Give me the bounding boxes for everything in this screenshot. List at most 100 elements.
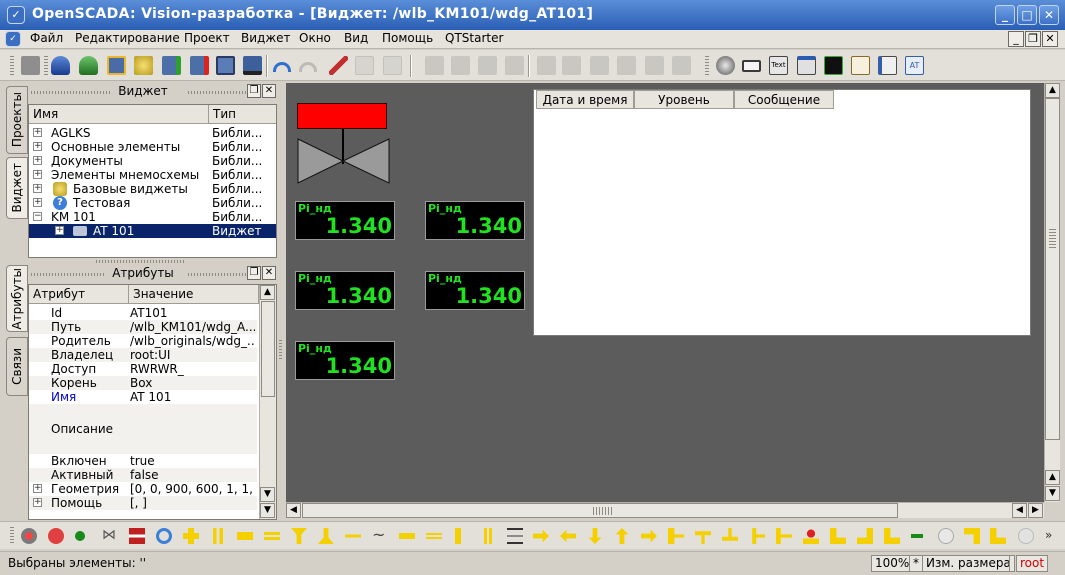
tree-row-documents[interactable]: + Документы Библи... xyxy=(29,154,276,168)
attr-row-name[interactable]: Имя AT 101 xyxy=(29,390,257,404)
stop-icon[interactable] xyxy=(21,528,37,544)
pipe-split-icon[interactable] xyxy=(318,528,334,544)
menu-view[interactable]: Вид xyxy=(344,31,368,45)
zoom-indicator[interactable]: 100% xyxy=(871,555,914,572)
pipe-elbow-5-icon[interactable] xyxy=(990,528,1006,544)
sensor-icon[interactable] xyxy=(803,528,819,544)
arrow-right-2-icon[interactable] xyxy=(641,529,657,543)
attr-row-root[interactable]: Корень Box xyxy=(29,376,257,390)
expand-icon[interactable]: + xyxy=(33,170,42,179)
align-right-icon[interactable] xyxy=(590,56,609,75)
elem-form-icon[interactable] xyxy=(797,56,816,75)
meter-pi-3[interactable]: Pi_нд 1.340 xyxy=(295,271,395,310)
meter-pi-2[interactable]: Pi_нд 1.340 xyxy=(425,201,525,240)
pipe-tee-right-icon[interactable] xyxy=(752,528,765,544)
attr-row-description[interactable]: Описание xyxy=(29,404,257,454)
attr-row-access[interactable]: Доступ RWRWR_ xyxy=(29,362,257,376)
elem-figure-icon[interactable] xyxy=(716,56,735,75)
level-down-icon[interactable] xyxy=(451,56,470,75)
column-header-value[interactable]: Значение xyxy=(129,285,259,304)
minimize-button[interactable]: _ xyxy=(995,5,1015,25)
arrow-down-icon[interactable] xyxy=(588,528,602,544)
pipe-tee-icon[interactable] xyxy=(668,528,684,544)
align-top-icon[interactable] xyxy=(617,56,636,75)
meter-pi-1[interactable]: Pi_нд 1.340 xyxy=(295,201,395,240)
raise-icon[interactable] xyxy=(478,56,497,75)
expand-icon[interactable]: + xyxy=(33,156,42,165)
expand-icon[interactable]: + xyxy=(33,142,42,151)
attr-row-active[interactable]: Активный false xyxy=(29,468,257,482)
attributes-dock-header[interactable]: Атрибуты ❐ ✕ xyxy=(28,266,278,282)
attributes-table[interactable]: Атрибут Значение Id AT101 Путь/wlb_KM101/… xyxy=(28,284,277,520)
expand-icon[interactable]: + xyxy=(55,226,64,235)
elem-protocol-icon[interactable] xyxy=(851,56,870,75)
damper-icon[interactable] xyxy=(129,528,145,544)
arrow-right-icon[interactable] xyxy=(533,529,549,543)
dock-close-button[interactable]: ✕ xyxy=(262,84,276,98)
collapse-icon[interactable]: − xyxy=(33,212,42,221)
tab-widgets[interactable]: Виджет xyxy=(6,157,28,219)
tree-row-km101[interactable]: − KM 101 Библи... xyxy=(29,210,276,224)
menu-edit[interactable]: Редактирование xyxy=(75,31,180,45)
dock-splitter[interactable] xyxy=(96,260,186,263)
elem-text-icon[interactable]: Text xyxy=(769,56,788,75)
column-header-attribute[interactable]: Атрибут xyxy=(29,285,129,304)
column-header-type[interactable]: Тип xyxy=(209,105,276,124)
toolbar-grip[interactable] xyxy=(44,56,48,76)
menu-qtstarter[interactable]: QTStarter xyxy=(445,31,503,45)
connector-icon[interactable] xyxy=(911,534,923,538)
meter-pi-4[interactable]: Pi_нд 1.340 xyxy=(425,271,525,310)
attr-row-parent[interactable]: Родитель/wlb_originals/wdg_... xyxy=(29,334,257,348)
column-header-level[interactable]: Уровень xyxy=(634,90,734,109)
toolbar-grip[interactable] xyxy=(10,527,14,545)
menu-help[interactable]: Помощь xyxy=(382,31,433,45)
expand-icon[interactable]: + xyxy=(33,498,42,507)
attr-row-id[interactable]: Id AT101 xyxy=(29,306,257,320)
more-chevron-icon[interactable]: » xyxy=(1045,528,1061,544)
pipe-tee-down-icon[interactable] xyxy=(695,531,711,544)
valve-shape-icon[interactable]: ⋈ xyxy=(102,528,118,544)
menu-project[interactable]: Проект xyxy=(184,31,230,45)
redo-icon[interactable] xyxy=(299,62,317,72)
elem-box-icon[interactable] xyxy=(742,60,761,72)
scroll-thumb[interactable] xyxy=(261,301,275,397)
mdi-minimize-button[interactable]: _ xyxy=(1008,31,1024,47)
pipe-joint-icon[interactable] xyxy=(345,528,361,544)
column-header-datetime[interactable]: Дата и время xyxy=(536,90,634,109)
user-indicator[interactable]: root xyxy=(1016,555,1049,572)
menu-window[interactable]: Окно xyxy=(299,31,331,45)
mdi-window-icon[interactable]: ✓ xyxy=(5,31,21,47)
pipe-double-icon[interactable] xyxy=(210,528,226,544)
column-header-name[interactable]: Имя xyxy=(29,105,209,124)
widget-tree[interactable]: Имя Тип + AGLKS Библи... + Основные элеме… xyxy=(28,104,277,258)
tree-row-aglks[interactable]: + AGLKS Библи... xyxy=(29,126,276,140)
lower-icon[interactable] xyxy=(505,56,524,75)
lines-icon[interactable] xyxy=(507,528,523,544)
disabled-circle-icon[interactable] xyxy=(938,528,954,544)
new-project-icon[interactable] xyxy=(107,56,126,75)
pipe-vertical-icon[interactable] xyxy=(455,528,461,544)
align-left-icon[interactable] xyxy=(537,56,556,75)
tab-attributes[interactable]: Атрибуты xyxy=(6,265,28,332)
canvas-horizontal-scrollbar[interactable]: ◀ ◀ ▶ xyxy=(286,502,1044,518)
record-icon[interactable] xyxy=(48,528,64,544)
column-header-message[interactable]: Сообщение xyxy=(734,90,834,109)
maximize-button[interactable]: □ xyxy=(1017,5,1037,25)
expand-icon[interactable]: + xyxy=(33,198,42,207)
attr-row-enabled[interactable]: Включен true xyxy=(29,454,257,468)
tree-row-mnemo-elements[interactable]: + Элементы мнемосхемы Библи... xyxy=(29,168,276,182)
edit-widget-icon[interactable] xyxy=(243,56,262,75)
align-center-icon[interactable] xyxy=(562,56,581,75)
mdi-restore-button[interactable]: ❐ xyxy=(1025,31,1041,47)
delete-widget-icon[interactable] xyxy=(190,56,209,75)
valve-icon[interactable] xyxy=(297,137,390,185)
new-library-icon[interactable] xyxy=(134,56,153,75)
db-load-icon[interactable] xyxy=(51,56,70,75)
disabled-circle-2-icon[interactable] xyxy=(1018,528,1034,544)
elem-document-icon[interactable] xyxy=(878,56,897,75)
attr-row-geometry[interactable]: + Геометрия [0, 0, 900, 600, 1, 1, ... xyxy=(29,482,257,496)
db-upload-icon[interactable] xyxy=(79,56,98,75)
pipe-funnel-icon[interactable] xyxy=(291,528,307,544)
title-bar[interactable]: ✓ OpenSCADA: Vision-разработка - [Виджет… xyxy=(0,0,1065,30)
expand-icon[interactable]: + xyxy=(33,128,42,137)
